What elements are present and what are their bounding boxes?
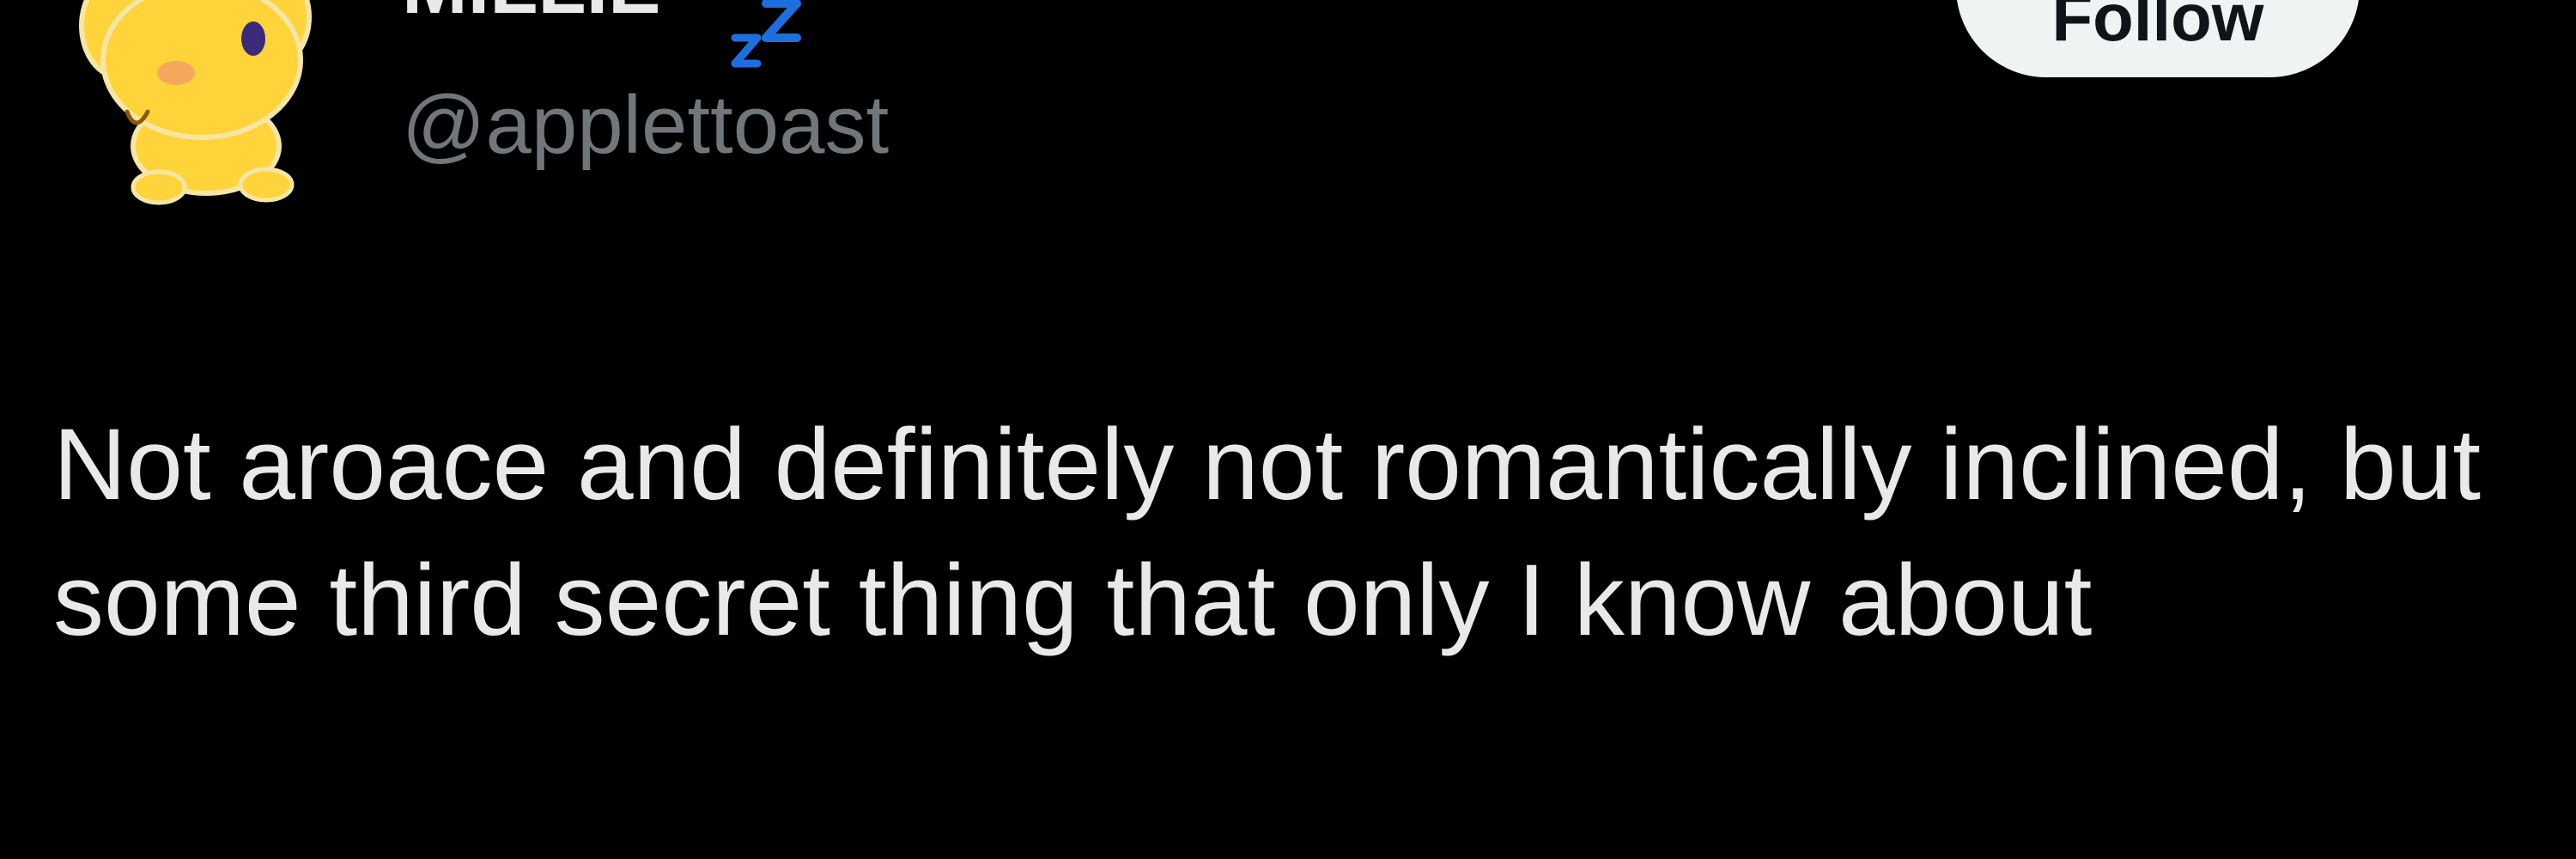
avatar[interactable] (52, 0, 335, 206)
post-text: Not aroace and definitely not romantical… (53, 408, 2482, 657)
author-handle[interactable]: @applettoast (402, 84, 889, 167)
more-icon[interactable] (2421, 0, 2524, 26)
display-name[interactable]: MILLIE (402, 0, 661, 26)
post-card[interactable]: MILLIE @applettoast Follow Not aroace an… (0, 0, 2576, 859)
dog-avatar-icon (79, 0, 312, 205)
follow-button[interactable]: Follow (1956, 0, 2360, 77)
zzz-icon (731, 0, 801, 68)
